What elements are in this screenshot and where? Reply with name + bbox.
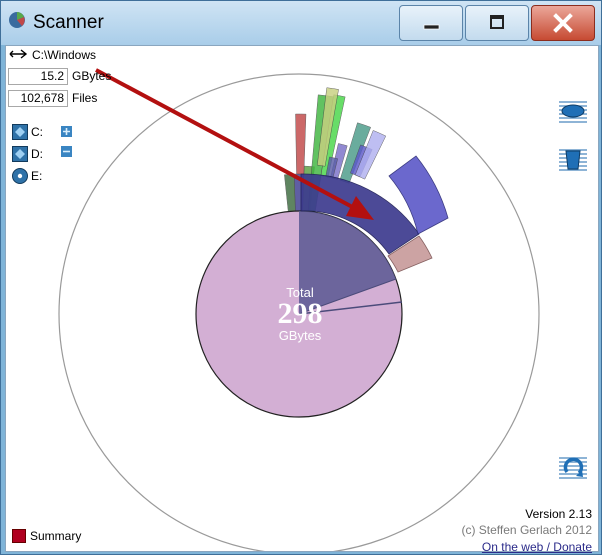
cd-drive-icon bbox=[12, 168, 28, 184]
summary-icon bbox=[12, 529, 26, 543]
files-unit: Files bbox=[72, 91, 98, 105]
hard-drive-icon bbox=[12, 146, 28, 162]
maximize-icon bbox=[490, 15, 504, 29]
minimize-icon bbox=[423, 24, 440, 30]
total-unit: GBytes bbox=[278, 328, 322, 343]
window-title: Scanner bbox=[33, 12, 104, 33]
version-text: Version 2.13 bbox=[525, 507, 592, 521]
path-text: C:\Windows bbox=[32, 48, 97, 62]
summary-label: Summary bbox=[30, 529, 82, 543]
drive-label: D: bbox=[31, 147, 43, 161]
files-value-box: 102,678 bbox=[8, 90, 68, 107]
web-donate-link[interactable]: On the web / Donate bbox=[482, 540, 592, 554]
trash-tool-button[interactable] bbox=[558, 144, 588, 174]
minimize-button[interactable] bbox=[399, 5, 463, 41]
hard-drive-icon bbox=[12, 124, 28, 140]
expand-icon[interactable] bbox=[61, 126, 72, 137]
refresh-tool-button[interactable] bbox=[558, 452, 588, 482]
directory-segment[interactable] bbox=[295, 113, 307, 175]
size-unit: GBytes bbox=[72, 69, 112, 83]
maximize-button[interactable] bbox=[465, 5, 529, 41]
size-value-box: 15.2 bbox=[8, 68, 68, 85]
scanner-app-icon bbox=[9, 12, 25, 28]
client-area: Total 298 GBytes C:\Windows 15.2 GBytes … bbox=[5, 45, 599, 554]
close-icon bbox=[553, 13, 573, 33]
zoom-out-tool-button[interactable] bbox=[558, 96, 588, 126]
title-bar[interactable]: Scanner bbox=[1, 1, 601, 45]
collapse-icon[interactable] bbox=[61, 146, 72, 157]
scanner-window: Scanner Total 298 GBytes C:\Windows 15.2… bbox=[0, 0, 602, 555]
copyright-text: (c) Steffen Gerlach 2012 bbox=[461, 523, 592, 537]
close-button[interactable] bbox=[531, 5, 595, 41]
arrow-right-icon bbox=[9, 49, 28, 59]
drive-label: C: bbox=[31, 125, 43, 139]
drive-label: E: bbox=[31, 169, 43, 183]
total-value: 298 bbox=[277, 297, 323, 330]
total-label: Total 298 GBytes bbox=[240, 285, 360, 343]
